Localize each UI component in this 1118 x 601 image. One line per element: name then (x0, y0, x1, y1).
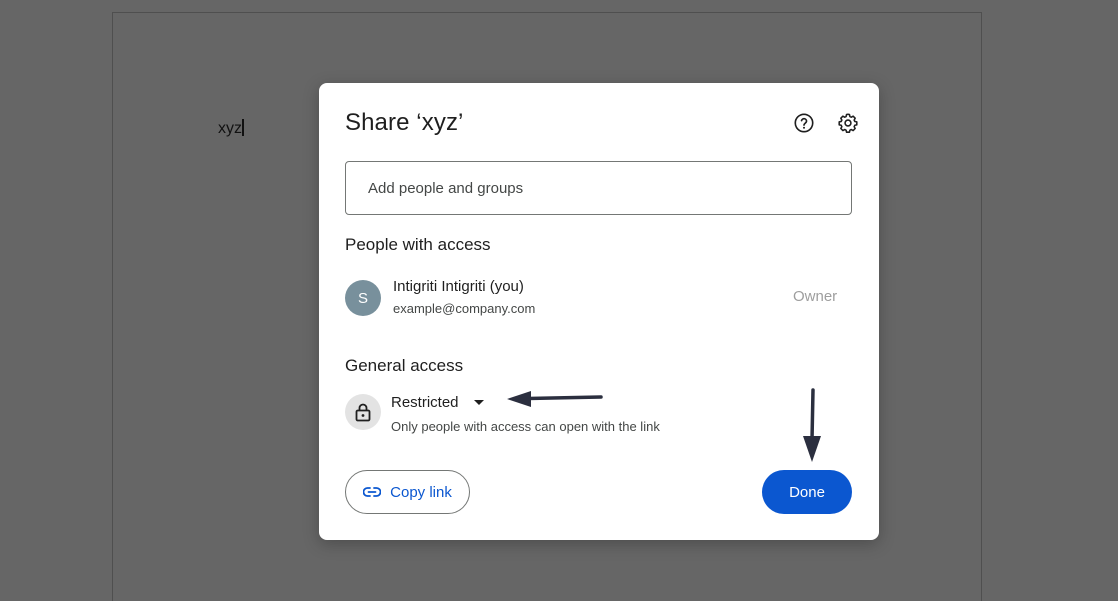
add-people-input[interactable] (345, 161, 852, 215)
person-email: example@company.com (393, 301, 536, 316)
copy-link-label: Copy link (390, 483, 452, 501)
done-button[interactable]: Done (762, 470, 852, 514)
owner-role-label: Owner (793, 288, 838, 305)
lock-icon (345, 394, 381, 430)
gear-icon[interactable] (836, 111, 860, 135)
dialog-title: Share ‘xyz’ (345, 109, 464, 136)
general-access-description: Only people with access can open with th… (391, 419, 660, 434)
share-dialog: Share ‘xyz’ People with access S Intigri… (319, 83, 879, 540)
avatar: S (345, 280, 381, 316)
link-icon (363, 487, 382, 497)
person-name: Intigriti Intigriti (you) (393, 278, 524, 295)
general-access-title: General access (345, 356, 464, 375)
general-access-dropdown[interactable]: Restricted (391, 390, 484, 414)
done-label: Done (789, 483, 825, 501)
copy-link-button[interactable]: Copy link (345, 470, 470, 514)
text-cursor (242, 119, 244, 136)
general-access-selected: Restricted (391, 393, 459, 411)
document-text[interactable]: xyz (218, 119, 244, 138)
help-icon[interactable] (792, 111, 816, 135)
caret-down-icon (473, 399, 484, 405)
people-with-access-title: People with access (345, 235, 491, 254)
